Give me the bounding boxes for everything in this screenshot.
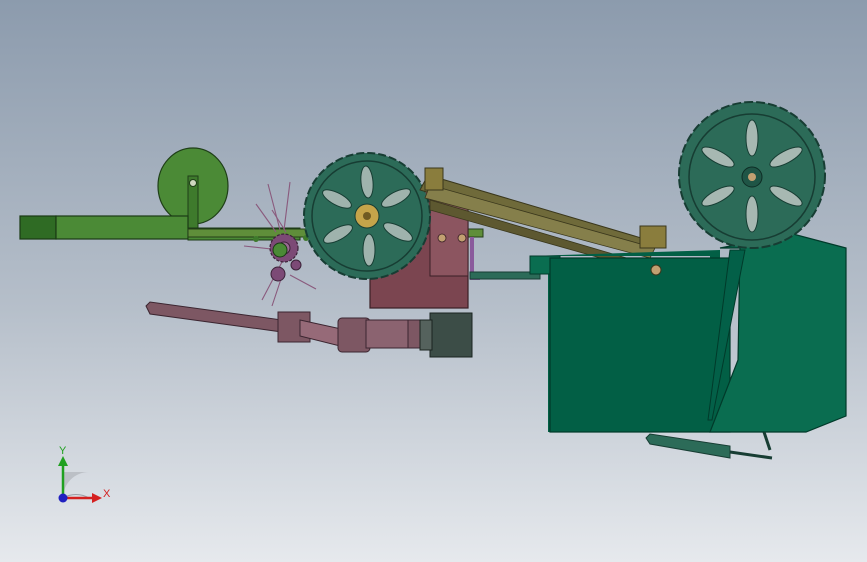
coordinate-triad: Y X <box>58 445 111 503</box>
cad-viewport[interactable]: Y X <box>0 0 867 562</box>
drive-shaft <box>145 301 431 353</box>
x-axis-arrow <box>92 493 102 503</box>
rear-wheel <box>678 101 826 249</box>
y-axis-arrow <box>58 456 68 466</box>
motor-block <box>419 312 473 358</box>
z-axis-dot <box>58 493 68 503</box>
y-axis-label: Y <box>59 445 67 457</box>
machine-assembly-view[interactable]: Y X <box>0 0 867 562</box>
bale-chamber <box>529 233 847 433</box>
main-wheel <box>303 152 431 280</box>
pickup-sprockets <box>253 233 309 282</box>
hydraulic-cylinder <box>645 431 773 460</box>
x-axis-label: X <box>103 488 111 500</box>
